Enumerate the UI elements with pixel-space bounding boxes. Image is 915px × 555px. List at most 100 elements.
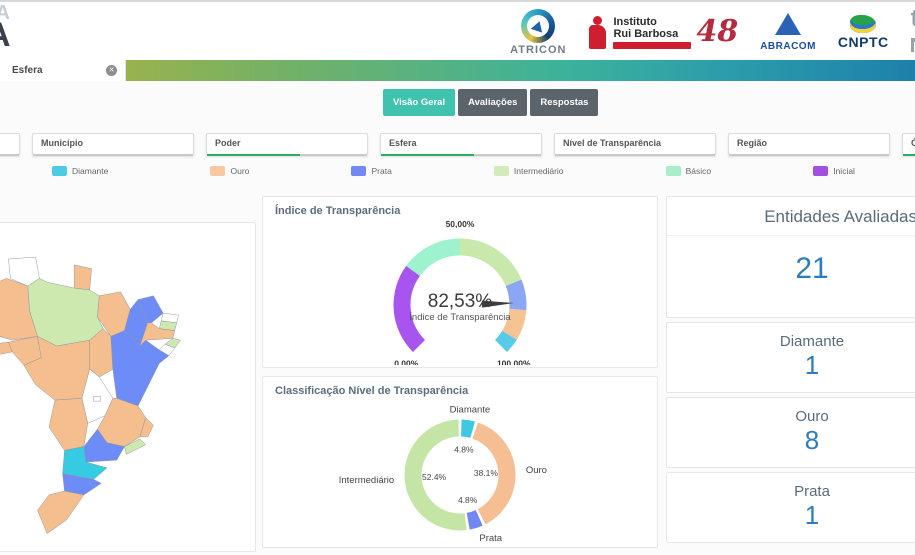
state-ap[interactable] <box>74 265 91 290</box>
filter-label: Órgão <box>911 138 915 148</box>
legend-swatch <box>210 166 225 176</box>
brazil-choropleth-map[interactable] <box>0 255 196 552</box>
prata-label: Prata <box>667 473 915 500</box>
gauge-segment-prata <box>514 283 518 310</box>
gauge-segment-ouro <box>509 310 517 336</box>
tce-building-icon <box>911 38 915 52</box>
legend-item-diamante[interactable]: Diamante <box>52 166 108 176</box>
abracom-wordmark: ABRACOM <box>760 41 816 52</box>
entidades-avaliadas-card: Entidades Avaliadas 21 <box>666 196 915 318</box>
filter-row: Município Poder Esfera Nível de Transparênc… <box>0 133 915 159</box>
legend-label: Inicial <box>833 166 855 176</box>
cnptc-wordmark: CNPTC <box>838 34 889 50</box>
donut-percent-label: 4.8% <box>458 495 478 505</box>
legend-label: Intermediário <box>514 166 564 176</box>
cnptc-brazil-icon <box>850 15 876 33</box>
diamante-card: Diamante 1 <box>666 322 915 393</box>
legend-item-intermediario[interactable]: Intermediário <box>494 166 564 176</box>
app-logo-partial: IA A <box>0 4 32 62</box>
tab-close-icon[interactable]: ✕ <box>106 65 117 76</box>
legend-item-inicial[interactable]: Inicial <box>813 166 855 176</box>
entidades-value: 21 <box>667 235 915 296</box>
ouro-value: 8 <box>667 425 915 466</box>
state-rs[interactable] <box>37 491 83 534</box>
donut-slice-diamante[interactable] <box>461 428 472 430</box>
atricon-wordmark: ATRICON <box>510 44 566 56</box>
filter-label: Nível de Transparência <box>563 138 661 148</box>
transparency-gauge-chart: 0,00% 50,00% 100,00% 82,53%Índice de Transp… <box>263 221 657 365</box>
donut-category-label: Ouro <box>526 465 547 476</box>
partner-logos: ATRICON Instituto Rui Barbosa 48 ABRACOM… <box>510 2 915 62</box>
filter-regiao[interactable]: Região <box>728 133 890 155</box>
legend-item-prata[interactable]: Prata <box>351 166 391 176</box>
filter-poder[interactable]: Poder <box>206 133 368 155</box>
gauge-segment-intermediário <box>460 247 514 283</box>
tab-esfera-label: Esfera <box>12 65 43 76</box>
visao-geral-button[interactable]: Visão Geral <box>383 89 455 116</box>
classification-donut-chart: 4.8%Diamante38.1%Ouro4.8%Prata52.4%Inter… <box>263 401 657 545</box>
gauge-segment-diamante <box>501 335 509 346</box>
abracom-logo: ABRACOM <box>760 13 816 52</box>
ouro-label: Ouro <box>667 398 915 425</box>
donut-category-label: Prata <box>479 533 502 544</box>
entidades-title: Entidades Avaliadas <box>667 197 915 235</box>
abracom-triangle-icon <box>775 13 801 35</box>
brazil-map-card <box>0 222 256 552</box>
ouro-card: Ouro 8 <box>666 397 915 468</box>
avaliacoes-button[interactable]: Avaliações <box>458 89 527 116</box>
view-switcher: Visão Geral Avaliações Respostas <box>383 89 598 116</box>
legend-label: Ouro <box>230 166 249 176</box>
gauge-tick-label: 100,00% <box>497 359 531 365</box>
app-logo-letter: A <box>0 16 11 55</box>
state-df[interactable] <box>94 396 101 401</box>
diamante-label: Diamante <box>667 323 915 350</box>
state-pa[interactable] <box>28 278 103 346</box>
tab-esfera[interactable]: Esfera ✕ <box>0 60 126 81</box>
irb-red-bar <box>613 42 691 49</box>
filter-nivel-de-transparencia[interactable]: Nível de Transparência <box>554 133 716 155</box>
prata-value: 1 <box>667 500 915 541</box>
donut-card-title: Classificação Nível de Transparência <box>263 377 657 401</box>
donut-slice-prata[interactable] <box>468 518 479 521</box>
donut-category-label: Diamante <box>450 405 491 416</box>
gauge-segment-inicial <box>402 271 419 346</box>
legend-label: Básico <box>686 166 712 176</box>
donut-percent-label: 4.8% <box>454 444 474 454</box>
filter-cutoff[interactable] <box>0 133 20 155</box>
classification-legend: Diamante Ouro Prata Intermediário Básico Inic… <box>0 166 915 176</box>
filter-label: Município <box>41 138 83 148</box>
prata-card: Prata 1 <box>666 472 915 543</box>
filter-label: Região <box>737 138 767 148</box>
irb-48-years: 48 <box>696 17 738 47</box>
legend-item-ouro[interactable]: Ouro <box>210 166 249 176</box>
instituto-rui-barbosa-logo: Instituto Rui Barbosa 48 <box>588 15 738 49</box>
classificacao-card: Classificação Nível de Transparência 4.8… <box>262 376 658 548</box>
legend-item-basico[interactable]: Básico <box>666 166 712 176</box>
respostas-button[interactable]: Respostas <box>530 89 598 116</box>
legend-swatch <box>813 166 828 176</box>
donut-percent-label: 52.4% <box>422 472 447 482</box>
rui-barbosa-figure-icon <box>588 15 608 49</box>
legend-swatch <box>351 166 366 176</box>
filter-orgao[interactable]: Órgão <box>902 133 915 155</box>
atricon-logo: ATRICON <box>510 9 566 56</box>
app-header: IA A ATRICON Instituto Rui Barbosa 48 AB… <box>0 0 915 60</box>
filter-municipio[interactable]: Município <box>32 133 194 155</box>
tab-strip: Esfera ✕ <box>0 60 915 81</box>
gauge-value: 82,53% <box>428 291 493 312</box>
filter-esfera[interactable]: Esfera <box>380 133 542 155</box>
legend-label: Prata <box>371 166 391 176</box>
donut-percent-label: 38.1% <box>474 468 499 478</box>
indice-transparencia-card: Índice de Transparência 0,00% 50,00% 100,0… <box>262 196 658 368</box>
diamante-value: 1 <box>667 350 915 391</box>
gauge-tick-label: 50,00% <box>446 221 475 229</box>
irb-line2: Rui Barbosa <box>613 28 691 40</box>
gauge-tick-label: 0,00% <box>394 359 419 365</box>
gauge-card-title: Índice de Transparência <box>263 197 657 221</box>
gauge-segment-básico <box>413 247 460 271</box>
gauge-subtitle: Índice de Transparência <box>409 312 511 323</box>
state-ms[interactable] <box>49 398 88 450</box>
legend-label: Diamante <box>72 166 108 176</box>
filter-label: Poder <box>215 138 241 148</box>
tce-wordmark: tce <box>911 9 915 29</box>
